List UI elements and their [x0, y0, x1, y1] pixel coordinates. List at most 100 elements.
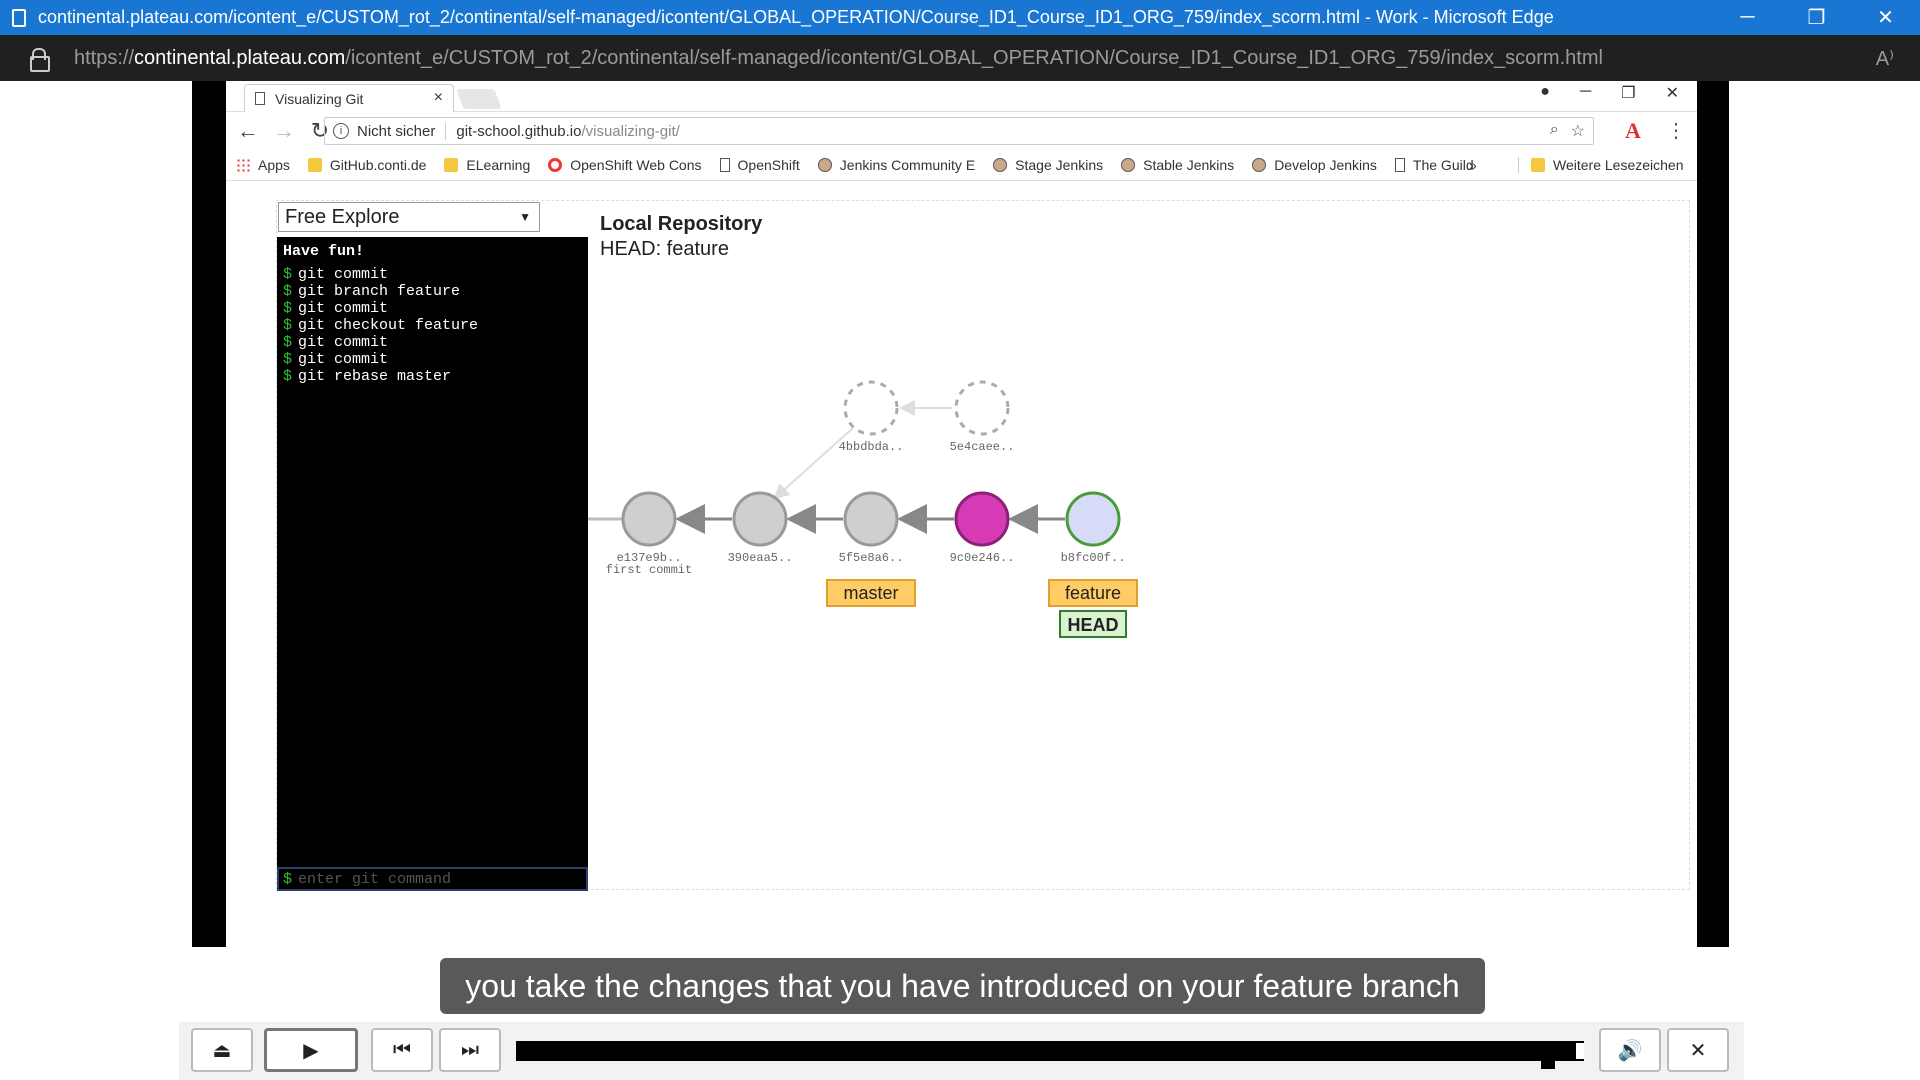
progress-bar[interactable]	[516, 1041, 1584, 1069]
bookmark-label: ELearning	[466, 157, 531, 173]
commit-id: 4bbdbda..	[839, 440, 904, 454]
close-window-button[interactable]: ✕	[1851, 0, 1920, 35]
folder-icon	[444, 158, 459, 172]
page-icon	[719, 158, 730, 172]
terminal-line: $ git commit	[283, 334, 582, 351]
commit-id: 390eaa5..	[728, 551, 793, 565]
bookmark-star-icon[interactable]: ☆	[1571, 121, 1585, 141]
bookmark-label: The Guild	[1412, 157, 1474, 173]
mode-dropdown[interactable]: Free Explore ▼	[278, 202, 540, 232]
input-placeholder: enter git command	[298, 870, 452, 888]
terminal-line: $ git commit	[283, 266, 582, 283]
apps-icon	[236, 158, 250, 172]
terminal-output: Have fun! $ git commit $ git branch feature…	[277, 237, 588, 891]
new-tab-button[interactable]	[456, 89, 502, 109]
terminal-line: $ git commit	[283, 300, 582, 317]
volume-button[interactable]: 🔊	[1599, 1028, 1661, 1072]
next-button[interactable]: ⏭	[439, 1028, 501, 1072]
commit-node	[621, 491, 677, 547]
bookmark-item[interactable]: Apps	[236, 157, 290, 173]
terminal-command: git rebase master	[298, 368, 452, 385]
edge-address-bar[interactable]: https://continental.plateau.com/icontent…	[0, 35, 1920, 81]
page-icon	[1394, 158, 1405, 172]
omnibox[interactable]: i Nicht sicher git-school.github.io /vis…	[324, 117, 1594, 145]
play-button[interactable]: ▶	[264, 1028, 358, 1072]
terminal-command: git commit	[298, 351, 389, 368]
chrome-menu-icon[interactable]: ⋮	[1666, 118, 1686, 143]
chrome-tab-bar: Visualizing Git × ● ─ ❐ ✕	[226, 81, 1697, 112]
tab-close-icon[interactable]: ×	[434, 89, 443, 107]
omnibox-host: git-school.github.io	[456, 122, 582, 140]
bookmark-item[interactable]: OpenShift	[719, 157, 800, 173]
previous-button[interactable]: ⏮	[371, 1028, 433, 1072]
info-icon[interactable]: i	[333, 123, 349, 139]
video-frame: Visualizing Git × ● ─ ❐ ✕ ← → ↻ i Nicht …	[192, 81, 1729, 947]
command-panel: Free Explore ▼ Have fun! $ git commit $ git…	[277, 201, 588, 891]
orphaned-commit	[954, 380, 1010, 436]
bookmark-item[interactable]: ELearning	[444, 157, 530, 173]
terminal-command: git branch feature	[298, 283, 461, 300]
dropdown-caret-icon: ▼	[519, 210, 531, 224]
commit-graph: 4bbdbda.. 5e4caee..e137e9b..first commit3…	[588, 380, 1138, 638]
edge-title-bar: continental.plateau.com/icontent_e/CUSTO…	[0, 0, 1920, 35]
tab-visualizing-git[interactable]: Visualizing Git ×	[244, 84, 454, 112]
bookmarks-bar: Apps GitHub.conti.de ELearning OpenShift We…	[226, 150, 1697, 181]
read-aloud-icon[interactable]: A⁾	[1876, 46, 1894, 71]
page-icon	[255, 92, 265, 105]
forward-icon[interactable]: →	[270, 118, 298, 144]
bookmarks-more-button[interactable]: »	[1469, 157, 1477, 173]
window-title: continental.plateau.com/icontent_e/CUSTO…	[38, 7, 1554, 27]
bookmark-label: Develop Jenkins	[1274, 157, 1377, 173]
bookmark-item[interactable]: Stage Jenkins	[993, 157, 1103, 173]
tab-title: Visualizing Git	[275, 90, 364, 107]
terminal-header: Have fun!	[283, 243, 365, 260]
restore-button[interactable]: ❐	[1782, 0, 1851, 35]
jenkins-icon	[1252, 158, 1267, 172]
prompt-icon: $	[283, 351, 293, 368]
mode-dropdown-value: Free Explore	[285, 205, 400, 228]
git-command-input[interactable]: $ enter git command	[277, 867, 588, 891]
terminal-line: $ git branch feature	[283, 283, 582, 300]
terminal-command: git commit	[298, 300, 389, 317]
prompt-icon: $	[283, 283, 293, 300]
chrome-maximize-button[interactable]: ❐	[1621, 83, 1635, 103]
zoom-icon[interactable]: ⌕	[1550, 121, 1559, 141]
bookmark-label: GitHub.conti.de	[329, 157, 427, 173]
prompt-icon: $	[283, 300, 293, 317]
redhat-icon	[548, 158, 563, 172]
acrobat-extension-icon[interactable]: A	[1625, 118, 1641, 144]
commit-id: 9c0e246..	[950, 551, 1015, 565]
progress-remaining	[1576, 1043, 1584, 1059]
progress-knob[interactable]	[1540, 1041, 1555, 1069]
prompt-icon: $	[283, 317, 293, 334]
close-player-button[interactable]: ✕	[1667, 1028, 1729, 1072]
other-bookmarks-folder[interactable]: Weitere Lesezeichen	[1518, 157, 1683, 173]
not-secure-label: Nicht sicher	[357, 122, 447, 140]
bookmark-label: OpenShift	[737, 157, 800, 173]
prompt-icon: $	[283, 368, 293, 385]
omnibox-path: /visualizing-git/	[581, 122, 680, 140]
chrome-minimize-button[interactable]: ─	[1580, 83, 1591, 103]
visualizing-git-app: Free Explore ▼ Have fun! $ git commit $ git…	[276, 200, 1690, 891]
bookmark-item[interactable]: Develop Jenkins	[1252, 157, 1377, 173]
bookmark-item[interactable]: Stable Jenkins	[1121, 157, 1234, 173]
bookmark-label: OpenShift Web Cons	[570, 157, 702, 173]
bookmark-item[interactable]: GitHub.conti.de	[307, 157, 427, 173]
bookmark-label: Stage Jenkins	[1015, 157, 1104, 173]
bookmark-item[interactable]: OpenShift Web Cons	[548, 157, 702, 173]
minimize-button[interactable]: ─	[1713, 0, 1782, 35]
bookmark-label: Apps	[258, 157, 290, 173]
bookmark-item[interactable]: The Guild	[1394, 157, 1474, 173]
back-icon[interactable]: ←	[234, 118, 262, 144]
lock-icon	[30, 48, 50, 72]
chrome-close-button[interactable]: ✕	[1666, 83, 1679, 103]
prompt-icon: $	[283, 870, 293, 888]
jenkins-icon	[993, 158, 1008, 172]
bookmark-label: Jenkins Community E	[839, 157, 976, 173]
jenkins-icon	[817, 158, 832, 172]
profile-icon[interactable]: ●	[1540, 83, 1550, 103]
bookmark-item[interactable]: Jenkins Community E	[817, 157, 976, 173]
url-text[interactable]: https://continental.plateau.com/icontent…	[74, 47, 1603, 70]
exit-button[interactable]: ⏏	[191, 1028, 253, 1072]
terminal-command: git commit	[298, 266, 389, 283]
